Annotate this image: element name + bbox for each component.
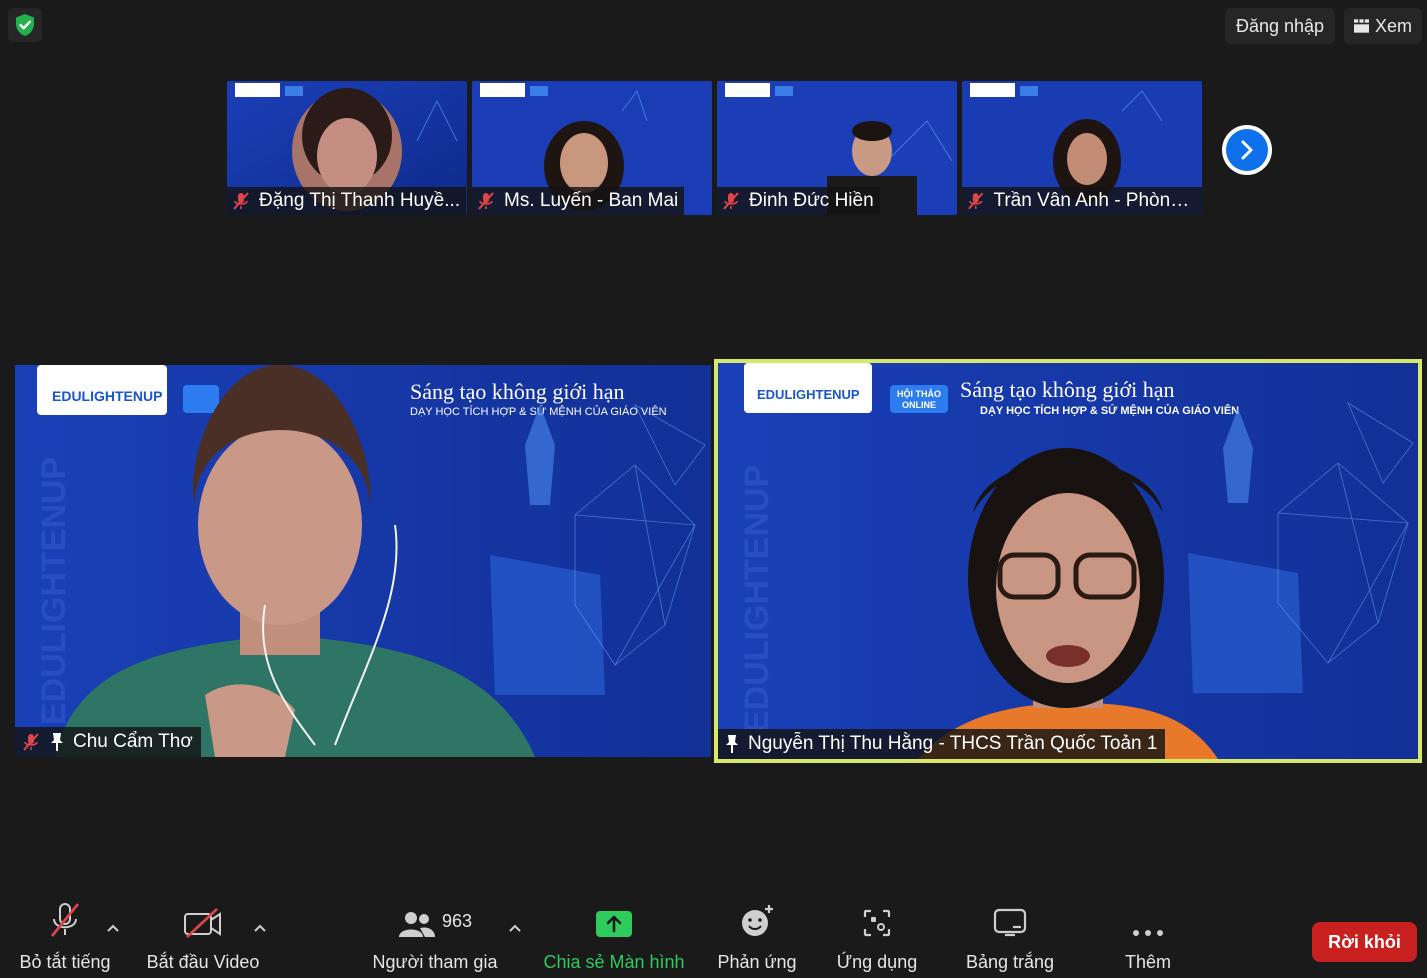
more-label: Thêm [1124,952,1171,972]
participant-name: Ms. Luyến - Ban Mai [504,190,679,211]
audio-options-caret[interactable] [106,920,120,936]
video-options-caret[interactable] [253,920,267,936]
whiteboard-button[interactable]: Bảng trắng [958,898,1062,978]
participant-name: Chu Cẩm Thơ [73,731,193,752]
headline-text: Sáng tạo không giới hạn [410,379,625,404]
watermark-text: EDULIGHTENUP [35,457,73,725]
participant-name-tag: Trần Vân Anh - Phòng ... [962,187,1202,215]
start-video-label: Bắt đầu Video [146,952,260,972]
video-tile-active-speaker[interactable]: EDULIGHTENUP HỘI THẢO ONLINE Sáng tạo kh… [714,359,1422,763]
watermark-text: EDULIGHTENUP [738,465,776,733]
more-dots-icon [1133,930,1163,936]
chevron-up-icon [107,924,119,932]
security-shield-button[interactable] [8,8,42,42]
brand-logo-text: EDULIGHTENUP [757,387,860,402]
participant-name: Đinh Đức Hiền [749,190,874,211]
login-button[interactable]: Đăng nhập [1225,8,1335,44]
more-button[interactable]: Thêm [1108,898,1188,978]
participants-count: 963 [441,911,473,931]
participants-options-caret[interactable] [508,920,522,936]
video-off-icon [184,908,221,938]
view-label: Xem [1374,15,1412,36]
virtual-background: EDULIGHTENUP Sáng tạo không giới hạn DẠY… [15,365,711,757]
mic-muted-icon [50,903,80,937]
virtual-background: EDULIGHTENUP HỘI THẢO ONLINE Sáng tạo kh… [718,363,1418,759]
shield-check-icon [16,14,34,36]
mic-muted-icon [968,192,984,210]
badge-line2: ONLINE [902,400,936,410]
mic-muted-icon [478,192,494,210]
meeting-toolbar: Bỏ tắt tiếng Bắt đầu Video 963 Người tha… [0,898,1427,978]
badge-line1: HỘI THẢO [897,388,941,399]
headline-text: Sáng tạo không giới hạn [960,377,1175,402]
mic-muted-icon [233,192,249,210]
subheadline-text: DẠY HỌC TÍCH HỢP & SỨ MỆNH CỦA GIÁO VIÊN [980,404,1239,417]
login-label: Đăng nhập [1235,15,1325,36]
share-screen-button[interactable]: Chia sẻ Màn hình [538,898,690,978]
participant-thumbnail[interactable]: Ms. Luyến - Ban Mai [472,81,712,215]
participant-name-tag: Chu Cẩm Thơ [15,727,201,757]
share-screen-icon [596,911,632,937]
leave-label: Rời khỏi [1328,931,1401,952]
apps-label: Ứng dụng [836,952,918,972]
participant-name: Trần Vân Anh - Phòng ... [993,190,1196,211]
chevron-right-icon [1241,140,1253,160]
whiteboard-label: Bảng trắng [965,952,1055,972]
participant-name: Đặng Thị Thanh Huyề... [259,190,461,211]
mic-muted-icon [723,192,739,210]
brand-logo-text: EDULIGHTENUP [52,388,162,404]
participant-thumbnail[interactable]: Đinh Đức Hiền [717,81,957,215]
start-video-button[interactable]: Bắt đầu Video [140,898,266,978]
participants-label: Người tham gia [372,952,498,972]
reactions-button[interactable]: Phản ứng [712,898,802,978]
view-button[interactable]: Xem [1344,8,1422,44]
pin-icon [51,733,63,751]
chevron-up-icon [509,924,521,932]
whiteboard-icon [993,908,1027,937]
participant-thumbnail[interactable]: Đặng Thị Thanh Huyề... [227,81,467,215]
apps-icon [863,909,891,937]
share-screen-label: Chia sẻ Màn hình [543,952,685,972]
zoom-meeting-window: Đăng nhập Xem Đặng Thị Thanh Huyề... Ms.… [0,0,1427,978]
video-tile-left[interactable]: EDULIGHTENUP Sáng tạo không giới hạn DẠY… [15,365,711,757]
pin-icon [726,735,738,753]
grid-view-icon [1354,19,1369,33]
participants-icon [398,912,435,937]
chevron-up-icon [254,924,266,932]
participant-name-tag: Ms. Luyến - Ban Mai [472,187,685,215]
unmute-label: Bỏ tắt tiếng [19,952,111,972]
participant-name-tag: Đinh Đức Hiền [717,187,880,215]
apps-button[interactable]: Ứng dụng [828,898,926,978]
participant-name: Nguyễn Thị Thu Hằng - THCS Trần Quốc Toả… [748,733,1158,754]
participant-thumbnail[interactable]: Trần Vân Anh - Phòng ... [962,81,1202,215]
mic-muted-icon [23,733,39,751]
participants-button[interactable]: 963 Người tham gia [365,898,505,978]
reactions-label: Phản ứng [717,952,797,972]
leave-meeting-button[interactable]: Rời khỏi [1312,922,1417,962]
next-page-button[interactable] [1222,125,1272,175]
participant-name-tag: Đặng Thị Thanh Huyề... [227,187,467,215]
reactions-icon [742,905,773,936]
unmute-button[interactable]: Bỏ tắt tiếng [10,898,120,978]
participant-name-tag: Nguyễn Thị Thu Hằng - THCS Trần Quốc Toả… [718,729,1166,759]
